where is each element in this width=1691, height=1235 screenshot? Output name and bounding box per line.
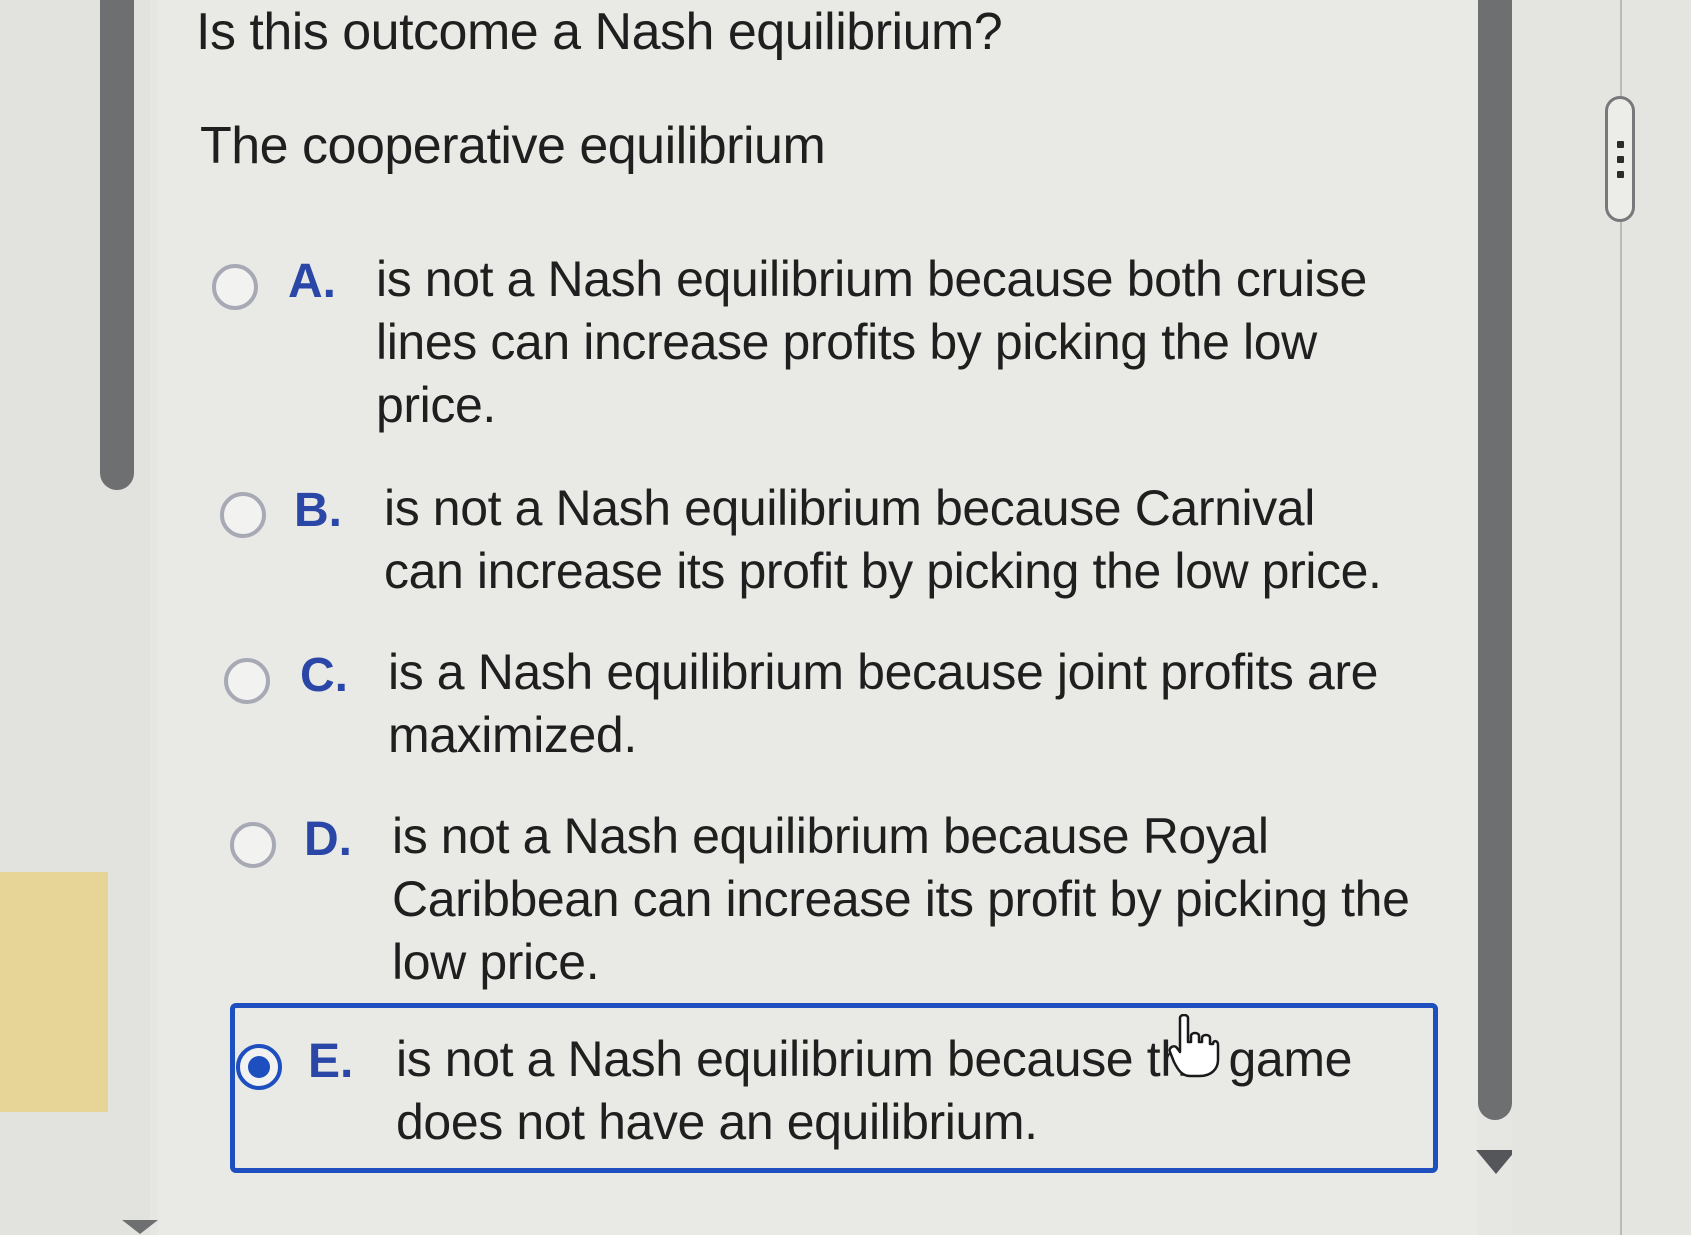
- right-panel: [1512, 0, 1691, 1235]
- option-c-radio[interactable]: [224, 658, 270, 704]
- option-b-letter: B.: [294, 484, 342, 537]
- option-c-text: is a Nash equilibrium because joint prof…: [388, 644, 1379, 763]
- option-e-radio[interactable]: [236, 1044, 282, 1090]
- option-a-text: is not a Nash equilibrium because both c…: [376, 251, 1367, 433]
- option-c-letter: C.: [300, 649, 348, 702]
- option-a-radio[interactable]: [212, 264, 258, 310]
- option-b-text: is not a Nash equilibrium because Carniv…: [384, 480, 1382, 599]
- hand-pointer-icon: [1168, 1014, 1220, 1078]
- right-scrollbar-thumb[interactable]: [1478, 0, 1512, 1120]
- handle-dot: [1616, 140, 1624, 148]
- option-b-radio[interactable]: [220, 492, 266, 538]
- option-d-text: is not a Nash equilibrium because Royal …: [392, 808, 1410, 990]
- handle-dot: [1616, 155, 1624, 163]
- question-title: Is this outcome a Nash equilibrium?: [196, 3, 1003, 61]
- left-scrollbar-thumb[interactable]: [100, 0, 134, 490]
- handle-dot: [1616, 170, 1624, 178]
- option-a-letter: A.: [288, 255, 336, 308]
- highlight-swatch: [0, 872, 108, 1112]
- right-scroll-down-icon[interactable]: [1476, 1150, 1516, 1174]
- option-d-radio[interactable]: [230, 822, 276, 868]
- option-e-letter: E.: [308, 1035, 354, 1088]
- question-prompt: The cooperative equilibrium: [200, 117, 826, 175]
- left-scroll-down-icon[interactable]: [122, 1220, 158, 1234]
- vertical-ellipsis-icon[interactable]: [1605, 96, 1635, 222]
- option-d-letter: D.: [304, 813, 352, 866]
